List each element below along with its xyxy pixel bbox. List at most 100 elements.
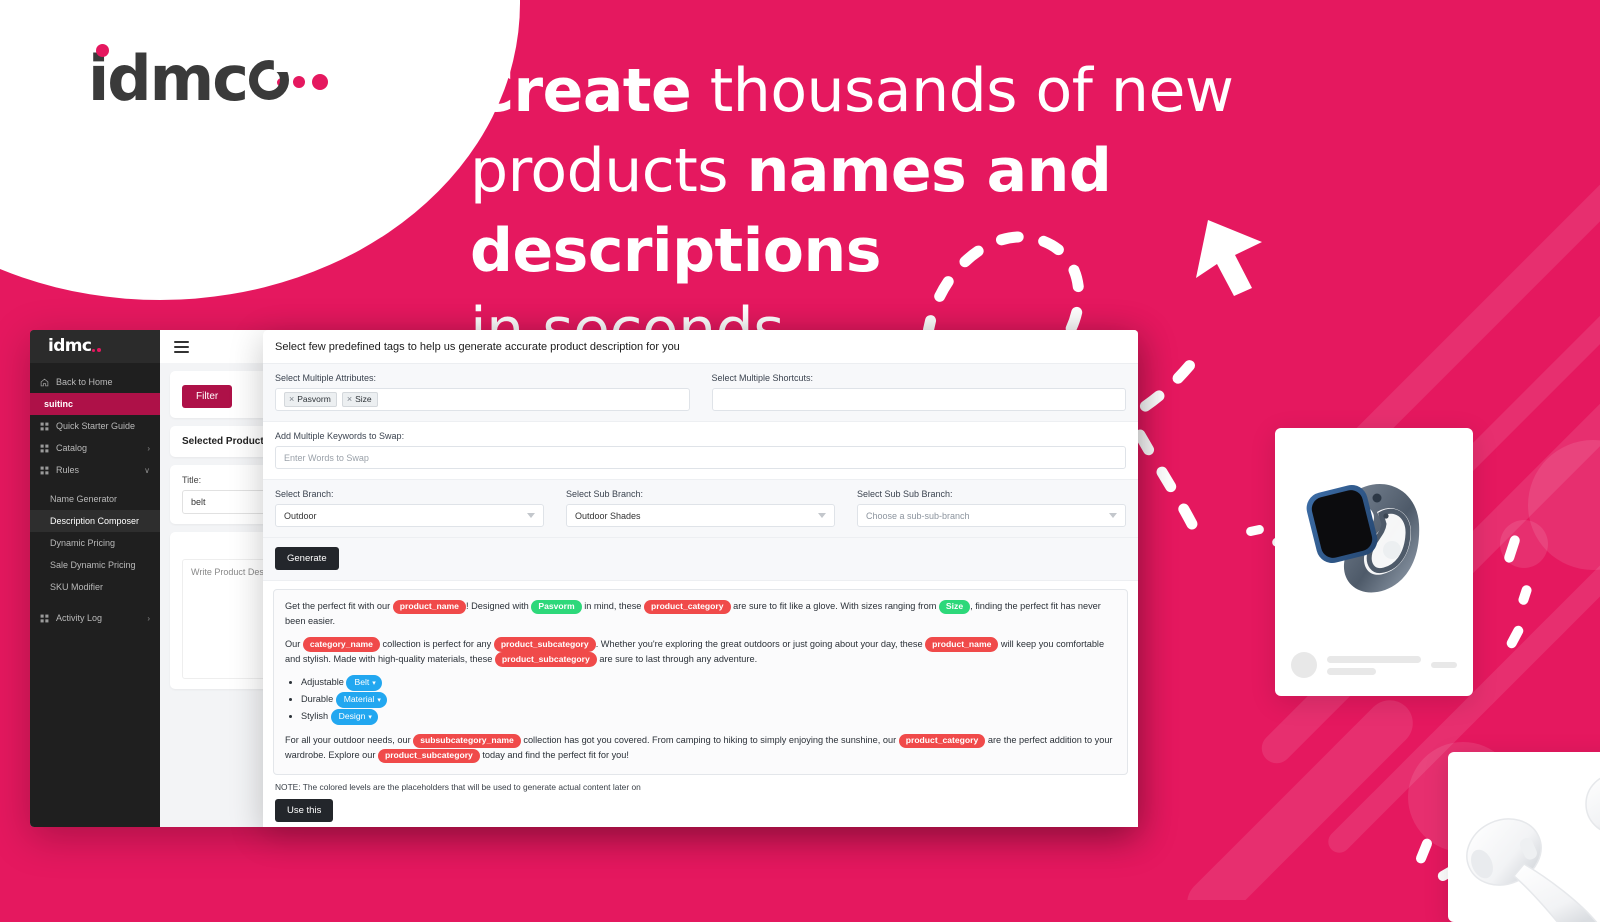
hero-line1-rest: thousands of new [691,56,1234,126]
app-sidebar: idmc Back to Home suitinc Quick Starter … [30,330,160,827]
remove-token-icon[interactable]: × [347,394,352,404]
chevron-right-icon: › [147,613,150,623]
hero-line2-rest: products [470,135,747,206]
sidebar-item-label: Name Generator [50,494,118,504]
sidebar-item-sale-dynamic-pricing[interactable]: Sale Dynamic Pricing [30,554,160,576]
branch-select[interactable]: Outdoor [275,504,544,527]
sidebar-item-dynamic-pricing[interactable]: Dynamic Pricing [30,532,160,554]
skeleton-line-short [1431,662,1457,668]
grid-icon [40,444,49,452]
modal-body: Select Multiple Attributes: × Pasvorm × Si… [263,364,1138,827]
attributes-shortcuts-band: Select Multiple Attributes: × Pasvorm × Si… [263,364,1138,422]
preview-paragraph-3: For all your outdoor needs, our subsubca… [285,733,1116,764]
sidebar-logo-dots-icon [92,348,102,352]
shortcuts-field-group: Select Multiple Shortcuts: [711,373,1126,411]
deco-dash [1502,534,1522,564]
sidebar-item-rules[interactable]: Rules ∨ [30,459,160,481]
sub-sub-branch-field-group: Select Sub Sub Branch: Choose a sub-sub-… [857,489,1126,527]
home-icon [40,378,49,386]
attributes-multiselect[interactable]: × Pasvorm × Size [275,388,690,411]
sidebar-item-label: Quick Starter Guide [56,421,136,431]
keywords-label: Add Multiple Keywords to Swap: [275,431,405,441]
placeholder-tag[interactable]: product_subcategory [377,748,480,764]
placeholder-tag[interactable]: product_category [898,733,986,749]
sidebar-item-quick-starter-guide[interactable]: Quick Starter Guide [30,415,160,437]
modal-footer: Use this [263,792,1138,827]
placeholder-tag[interactable]: subsubcategory_name [413,733,521,749]
branch-label: Select Branch: [275,489,334,499]
chevron-down-icon [1109,513,1117,518]
placeholder-tag[interactable]: Size [938,599,971,614]
chevron-down-icon: ∨ [144,465,150,475]
shortcuts-multiselect[interactable] [711,388,1126,411]
attribute-token[interactable]: × Pasvorm [284,392,337,407]
hamburger-menu-icon[interactable] [174,340,189,353]
sidebar-item-activity-log[interactable]: Activity Log › [30,607,160,629]
caret-down-icon: ▾ [377,696,381,704]
chevron-right-icon: › [147,443,150,453]
logo-c-icon [249,60,289,100]
preview-note: NOTE: The colored levels are the placeho… [275,782,641,793]
deco-circle [1528,440,1600,570]
sidebar-logo-wordmark: idmc [48,336,102,356]
keywords-input[interactable]: Enter Words to Swap [275,446,1126,469]
deco-dash [1517,583,1533,607]
sidebar-item-label: Sale Dynamic Pricing [50,560,136,570]
sidebar-item-label: suitinc [44,399,74,409]
sidebar-item-label: Rules [56,465,80,475]
placeholder-tag[interactable]: product_subcategory [494,652,597,667]
sidebar-item-label: SKU Modifier [50,582,104,592]
generate-button[interactable]: Generate [275,547,339,570]
sidebar-item-suitinc[interactable]: suitinc [30,393,160,415]
product-card-watch [1275,428,1473,696]
use-this-button[interactable]: Use this [275,799,334,823]
sub-sub-branch-select[interactable]: Choose a sub-sub-branch [857,504,1126,527]
placeholder-tag[interactable]: product_name [392,599,466,614]
branches-band: Select Branch: Outdoor Select Sub Branch… [263,480,1138,538]
description-composer-modal: Select few predefined tags to help us ge… [263,330,1138,827]
sidebar-item-catalog[interactable]: Catalog › [30,437,160,459]
skeleton-line [1327,667,1376,675]
placeholder-tag[interactable]: product_category [643,599,731,614]
preview-paragraph-2: Our category_name collection is perfect … [285,637,1116,667]
hero-line1-bold: Create [470,56,692,126]
placeholder-tag-dropdown[interactable]: Material ▾ [335,691,387,709]
sub-branch-label: Select Sub Branch: [566,489,644,499]
sub-branch-select[interactable]: Outdoor Shades [566,504,835,527]
deco-circle [1500,520,1548,568]
preview-wrapper: Get the perfect fit with our product_nam… [263,581,1138,776]
filter-button[interactable]: Filter [182,385,233,408]
placeholder-tag[interactable]: Pasvorm [531,599,582,614]
attribute-token[interactable]: × Size [341,392,378,407]
sub-sub-branch-label: Select Sub Sub Branch: [857,489,953,499]
sub-sub-branch-selected-value: Choose a sub-sub-branch [866,510,970,521]
brand-logo: idmc [88,44,328,110]
deco-dash [1504,624,1526,650]
sidebar-menu: Back to Home suitinc Quick Starter Guide… [30,363,160,629]
token-label: Size [355,394,372,404]
sidebar-item-name-generator[interactable]: Name Generator [30,488,160,510]
preview-bullet-item: Durable Material▾ [301,691,1116,709]
sidebar-brand-text: idmc [48,336,92,356]
card-skeleton-row [1291,652,1457,678]
generated-description-preview: Get the perfect fit with our product_nam… [273,589,1128,776]
branch-selected-value: Outdoor [284,510,317,521]
modal-heading: Select few predefined tags to help us ge… [263,330,1138,364]
attributes-label: Select Multiple Attributes: [275,373,377,383]
product-card-earbud [1448,752,1600,922]
sidebar-item-description-composer[interactable]: Description Composer [30,510,160,532]
placeholder-tag[interactable]: category_name [302,637,380,652]
shortcuts-label: Select Multiple Shortcuts: [711,373,814,383]
remove-token-icon[interactable]: × [289,394,294,404]
placeholder-tag[interactable]: product_subcategory [493,637,596,652]
placeholder-tag-dropdown[interactable]: Belt ▾ [346,674,382,691]
placeholder-tag-dropdown[interactable]: Design ▾ [330,709,378,726]
sidebar-item-label: Description Composer [50,516,140,526]
preview-bullet-item: Stylish Design▾ [301,709,1116,726]
sidebar-item-label: Back to Home [56,377,113,387]
sidebar-item-sku-modifier[interactable]: SKU Modifier [30,576,160,598]
grid-icon [40,614,49,622]
placeholder-tag[interactable]: product_name [925,637,999,652]
logo-wordmark: idmc [88,42,249,115]
sidebar-item-back-to-home[interactable]: Back to Home [30,371,160,393]
